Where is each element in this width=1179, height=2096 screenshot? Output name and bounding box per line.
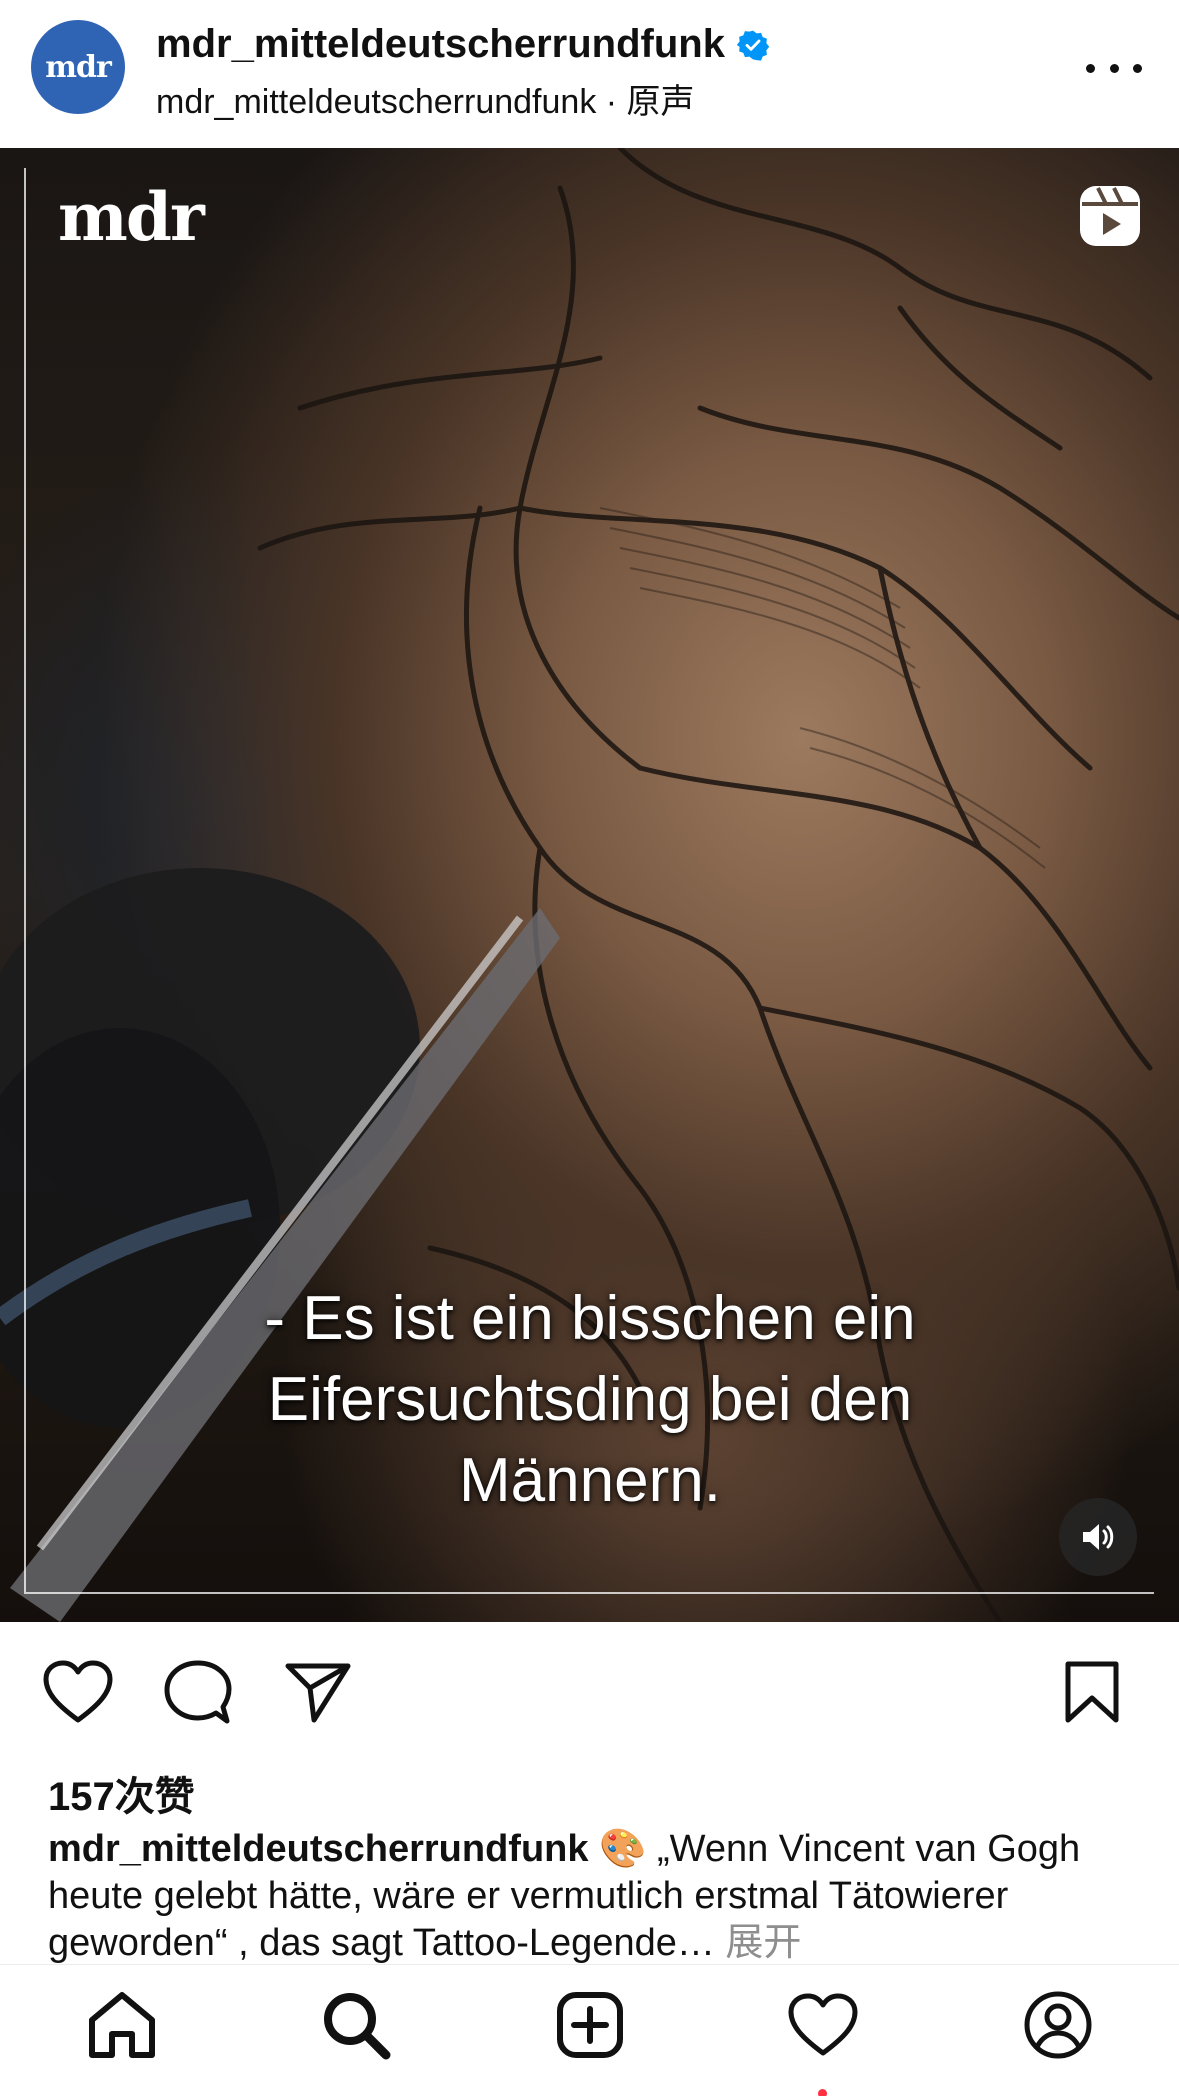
reels-icon — [1080, 186, 1140, 246]
heart-icon[interactable] — [42, 1660, 114, 1724]
more-horizontal-icon — [1086, 63, 1095, 73]
audio-subline[interactable]: mdr_mitteldeutscherrundfunk · 原声 — [156, 74, 695, 123]
nav-profile[interactable] — [1018, 1985, 1098, 2065]
search-icon — [324, 1993, 391, 2060]
username-row[interactable]: mdr_mitteldeutscherrundfunk — [156, 22, 769, 67]
volume-button[interactable] — [1059, 1498, 1137, 1576]
reel-video[interactable]: mdr - Es ist ein bisschen ein Eifersucht… — [0, 148, 1179, 1622]
post-actions — [0, 1622, 1179, 1762]
video-frame-border — [24, 168, 26, 1592]
subtitle-line: Eifersuchtsding bei den — [267, 1365, 913, 1434]
volume-on-icon — [1083, 1524, 1114, 1550]
username[interactable]: mdr_mitteldeutscherrundfunk — [156, 22, 725, 67]
more-options-button[interactable] — [1086, 48, 1142, 88]
nav-search[interactable] — [316, 1985, 396, 2065]
send-icon[interactable] — [284, 1662, 352, 1724]
home-icon — [89, 1992, 155, 2058]
post-header: mdr mdr_mitteldeutscherrundfunk mdr_mitt… — [0, 0, 1179, 148]
mdr-logo: mdr — [58, 178, 205, 256]
bookmark-icon[interactable] — [1064, 1660, 1120, 1724]
nav-activity[interactable] — [783, 1985, 863, 2065]
verified-badge-icon — [736, 30, 769, 61]
more-horizontal-icon — [1133, 63, 1142, 73]
caption-username[interactable]: mdr_mitteldeutscherrundfunk — [48, 1828, 589, 1870]
avatar-text: mdr — [45, 49, 112, 85]
instagram-reel-post: mdr mdr_mitteldeutscherrundfunk mdr_mitt… — [0, 0, 1179, 2096]
more-horizontal-icon — [1109, 63, 1119, 73]
nav-create[interactable] — [550, 1985, 630, 2065]
notification-dot — [818, 2089, 827, 2096]
profile-icon — [1024, 1991, 1092, 2059]
caption-emoji: 🎨 — [599, 1828, 647, 1870]
expand-caption-link[interactable]: 展开 — [715, 1922, 801, 1964]
comment-icon[interactable] — [164, 1660, 232, 1726]
activity-heart-icon — [788, 1993, 858, 2056]
subtitle-line: - Es ist ein bisschen ein — [264, 1284, 916, 1353]
subtitle-line: Männern. — [459, 1446, 721, 1515]
video-frame-border — [24, 1592, 1154, 1594]
post-caption: mdr_mitteldeutscherrundfunk 🎨 „Wenn Vinc… — [48, 1826, 1148, 1967]
avatar[interactable]: mdr — [31, 20, 125, 114]
bottom-navigation — [0, 1964, 1179, 2096]
like-count[interactable]: 157次赞 — [48, 1764, 195, 1822]
nav-home[interactable] — [82, 1985, 162, 2065]
create-icon — [557, 1992, 623, 2058]
video-subtitle: - Es ist ein bisschen ein Eifersuchtsdin… — [140, 1278, 1040, 1521]
